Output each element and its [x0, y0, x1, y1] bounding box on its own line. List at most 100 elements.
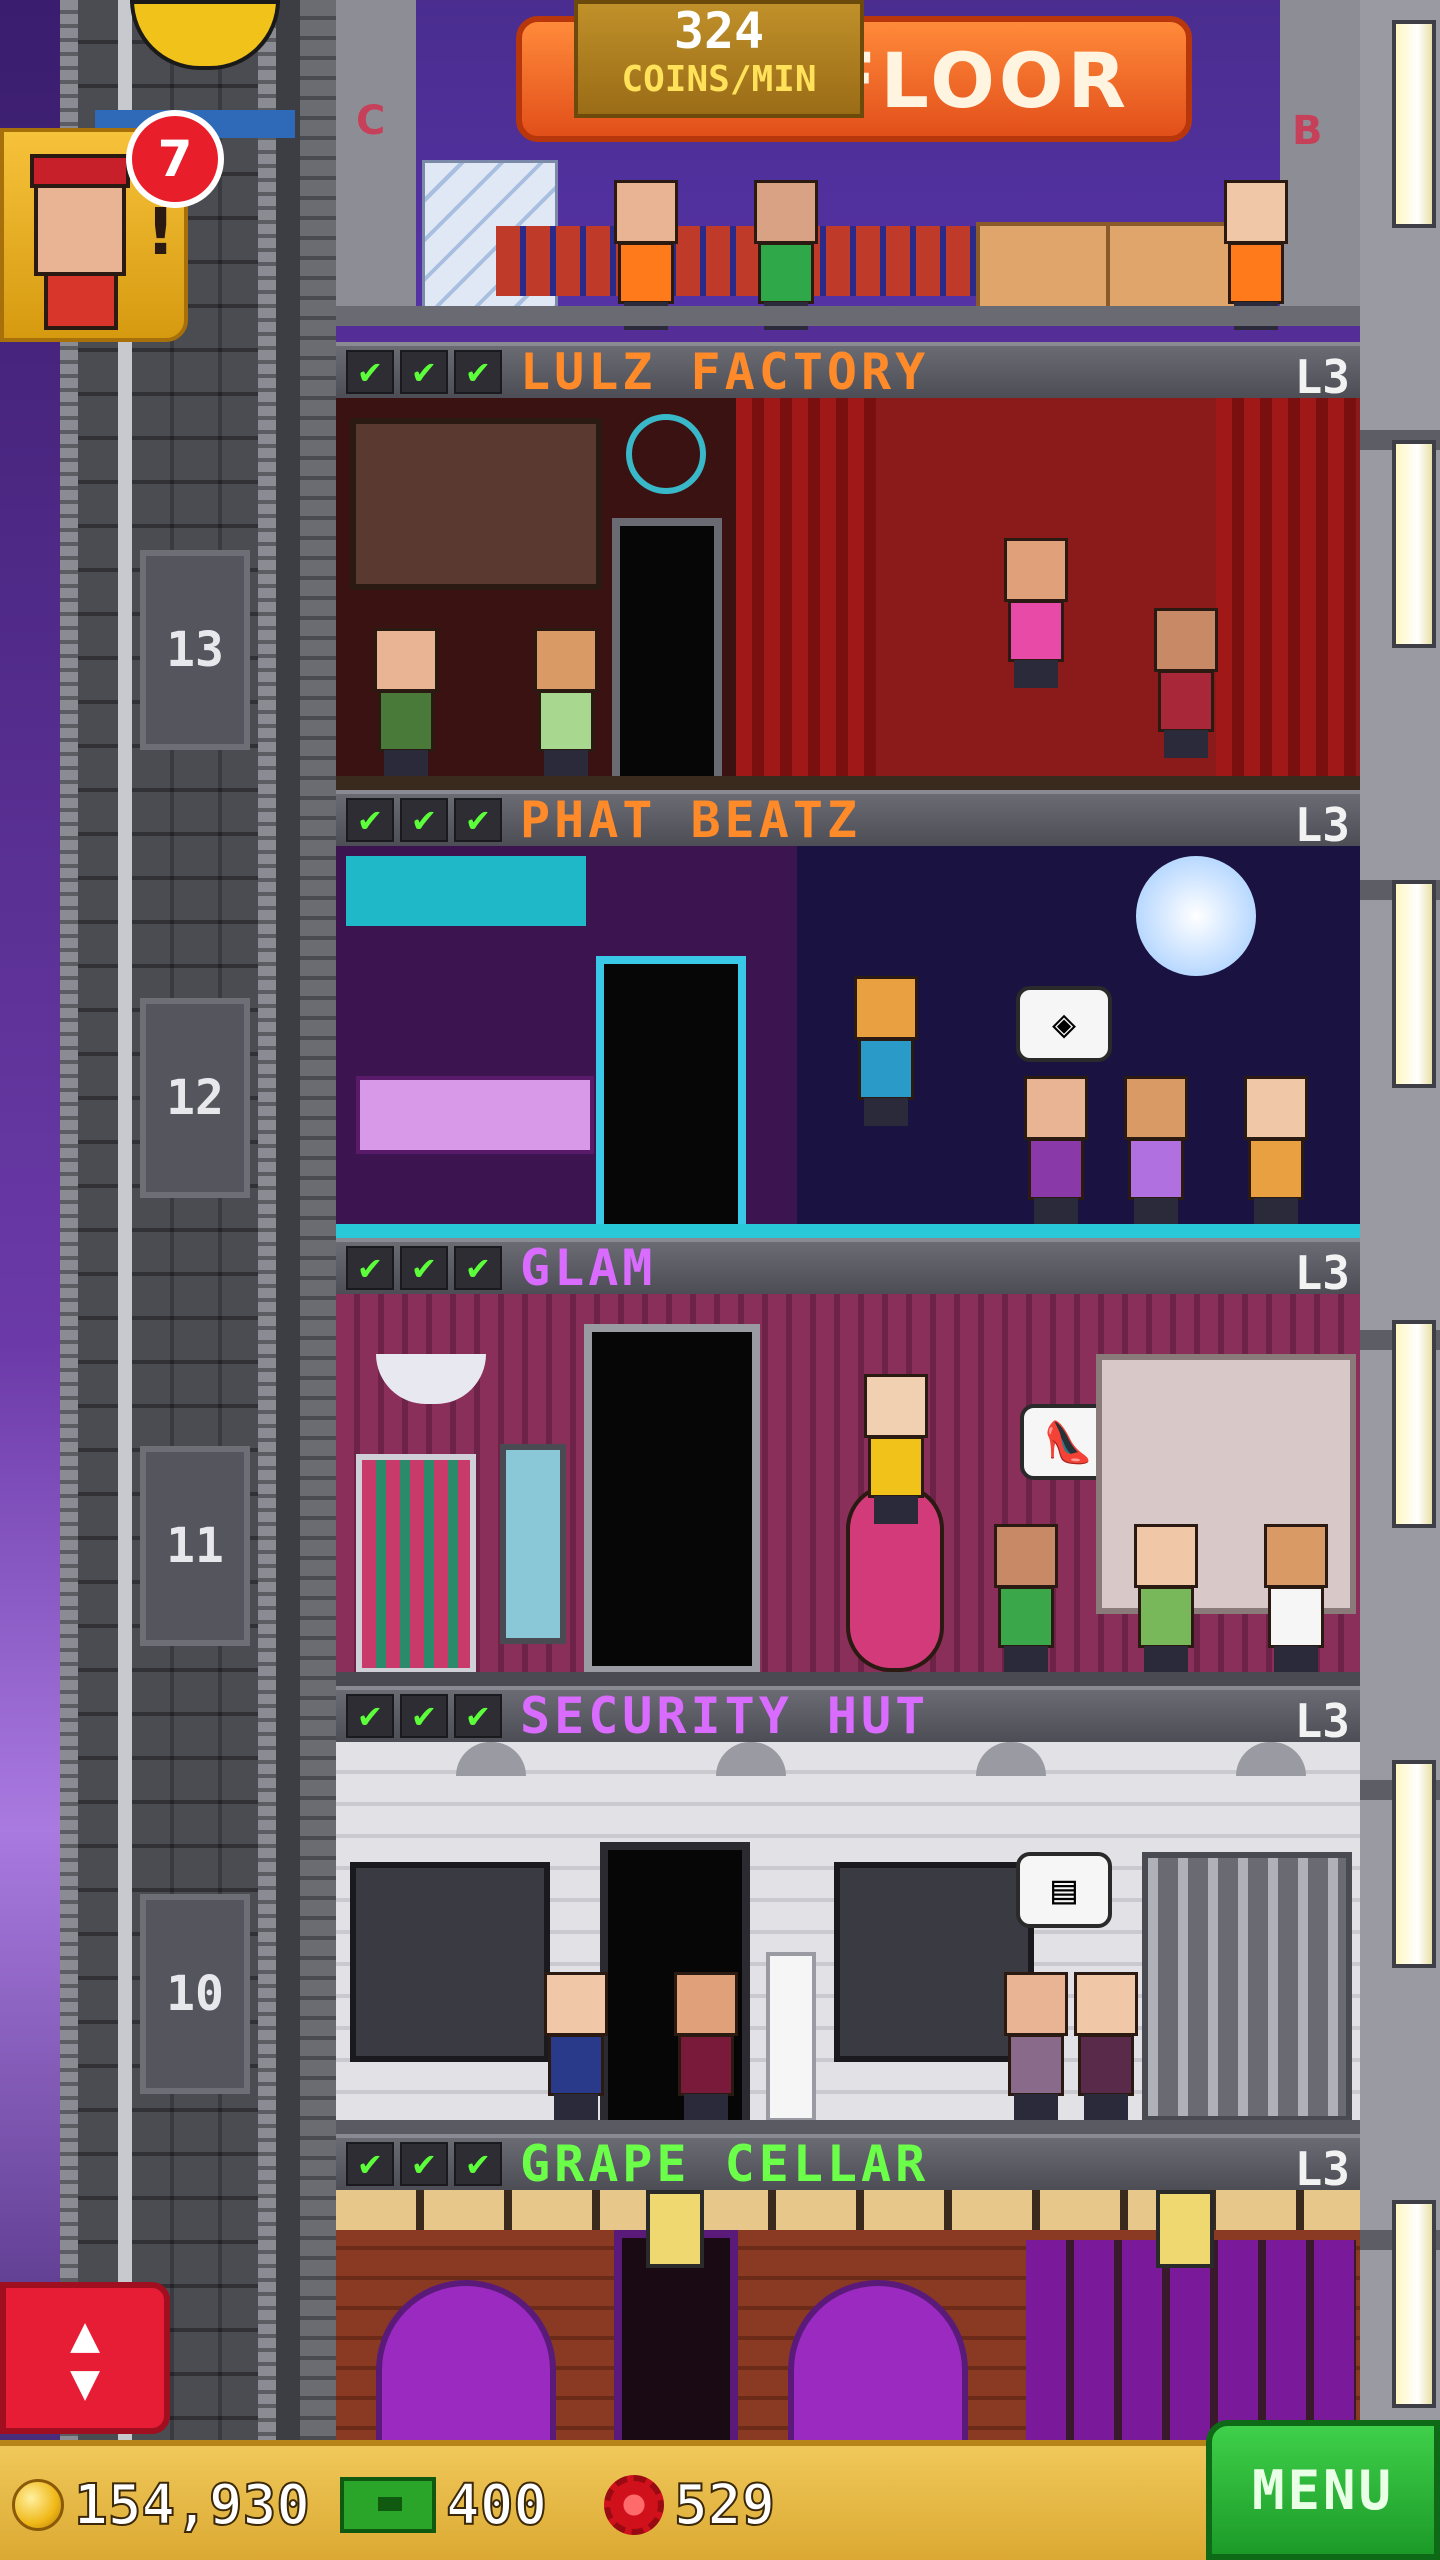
window-light [1392, 1320, 1436, 1528]
jail-cell [1142, 1852, 1352, 2122]
chandelier [376, 1354, 486, 1404]
wine-rack [1026, 2240, 1356, 2440]
coins-per-min-label: COINS/MIN [621, 59, 817, 100]
bellhop-body [44, 272, 118, 330]
visitor [666, 1972, 746, 2122]
window-light [1392, 2200, 1436, 2408]
floor-room [336, 398, 1360, 790]
checkmark-icon: ✔ [400, 1694, 448, 1738]
comedian [996, 538, 1076, 688]
bux-stat[interactable]: 400 [340, 2470, 548, 2540]
bellhop-hat [30, 154, 130, 188]
bux-value: 400 [445, 2472, 548, 2539]
speech-bubble[interactable]: ◈ [1016, 986, 1112, 1062]
window-light [1392, 440, 1436, 648]
floor-base [336, 1224, 1360, 1238]
wall-letter: C [356, 98, 386, 144]
floor-header: ✔ ✔ ✔ PHAT BEATZ L3 [336, 790, 1360, 852]
floor-level: L3 [1294, 1694, 1350, 1748]
star-checks: ✔ ✔ ✔ [346, 1694, 502, 1738]
floor-name: GLAM [520, 1239, 657, 1297]
floor-base [336, 2120, 1360, 2134]
stage-curtain [1216, 398, 1356, 790]
checkmark-icon: ✔ [346, 2142, 394, 2186]
speech-bubble[interactable]: ▤ [1016, 1852, 1112, 1928]
shaft-edge [300, 0, 336, 2440]
floor-name: SECURITY HUT [520, 1687, 930, 1745]
checkmark-icon: ✔ [454, 2142, 502, 2186]
coins-stat[interactable]: 154,930 [12, 2470, 311, 2540]
floor-phat-beatz[interactable]: ✔ ✔ ✔ PHAT BEATZ L3 ◈ [336, 790, 1360, 1238]
wall-letter: B [1292, 108, 1323, 154]
floor-name: PHAT BEATZ [520, 791, 862, 849]
ceiling-lamp [1236, 1742, 1306, 1776]
floor-number: 12 [140, 998, 250, 1198]
checkmark-icon: ✔ [400, 2142, 448, 2186]
neon-sign [626, 414, 706, 494]
pillar [336, 0, 416, 326]
checkmark-icon: ✔ [346, 350, 394, 394]
visitor [996, 1972, 1076, 2122]
customer [1256, 1524, 1336, 1674]
floor-number: 10 [140, 1894, 250, 2094]
window-light [1392, 1760, 1436, 1968]
doorway [596, 956, 746, 1238]
ceiling-lamp [976, 1742, 1046, 1776]
menu-button[interactable]: MENU [1206, 2420, 1440, 2560]
right-wall [1360, 0, 1440, 2440]
bux-icon [340, 2477, 436, 2533]
shaft-rail [258, 0, 276, 2440]
notification-badge: 7 [126, 110, 224, 208]
floor-glam[interactable]: ✔ ✔ ✔ GLAM L3 👠 [336, 1238, 1360, 1686]
hanging-lantern [646, 2190, 704, 2268]
visitor [526, 628, 606, 778]
floor-ground [336, 306, 1360, 326]
arrow-down-icon: ▼ [69, 2353, 101, 2411]
gems-value: 529 [673, 2472, 776, 2539]
floor-base [336, 776, 1360, 790]
customer [1126, 1524, 1206, 1674]
ceiling-lamp [456, 1742, 526, 1776]
gems-stat[interactable]: 529 [604, 2470, 776, 2540]
arrow-up-icon: ▲ [69, 2305, 101, 2363]
floor-security-hut[interactable]: ✔ ✔ ✔ SECURITY HUT L3 ▤ [336, 1686, 1360, 2134]
bar-counter [356, 1076, 594, 1154]
dancer [1236, 1076, 1316, 1226]
floor-level: L3 [1294, 2142, 1350, 2196]
coin-icon [12, 2479, 64, 2531]
portrait-frame [350, 418, 602, 590]
floor-number: 13 [140, 550, 250, 750]
stylist [856, 1374, 936, 1524]
customer [986, 1524, 1066, 1674]
clothing-rack [356, 1454, 476, 1674]
star-checks: ✔ ✔ ✔ [346, 2142, 502, 2186]
dj [846, 976, 926, 1126]
floor-room: 👠 [336, 1294, 1360, 1686]
checkmark-icon: ✔ [454, 1246, 502, 1290]
star-checks: ✔ ✔ ✔ [346, 350, 502, 394]
floor-header: ✔ ✔ ✔ GRAPE CELLAR L3 [336, 2134, 1360, 2196]
bellhop-avatar [34, 176, 126, 276]
elevator-button[interactable]: ▲ ▼ [0, 2282, 170, 2434]
checkmark-icon: ✔ [346, 1246, 394, 1290]
hanging-lantern [1156, 2190, 1214, 2268]
elevator-wheel [130, 0, 280, 70]
dancer [1016, 1076, 1096, 1226]
elevator-cable [118, 0, 132, 2440]
floor-level: L3 [1294, 350, 1350, 404]
elevator-car[interactable] [130, 0, 280, 120]
sky-background [0, 0, 60, 2440]
checkmark-icon: ✔ [346, 1694, 394, 1738]
visitor [366, 628, 446, 778]
floor-lulz-factory[interactable]: ✔ ✔ ✔ LULZ FACTORY L3 [336, 342, 1360, 790]
monitor-bank [350, 1862, 550, 2062]
disco-ball [1136, 856, 1256, 976]
floor-name: LULZ FACTORY [520, 343, 930, 401]
mirror [500, 1444, 566, 1644]
checkmark-icon: ✔ [454, 350, 502, 394]
floor-level: L3 [1294, 798, 1350, 852]
stage-curtain [736, 398, 876, 790]
floor-name: GRAPE CELLAR [520, 2135, 930, 2193]
floor-room: ▤ [336, 1742, 1360, 2134]
dancer [1116, 1076, 1196, 1226]
